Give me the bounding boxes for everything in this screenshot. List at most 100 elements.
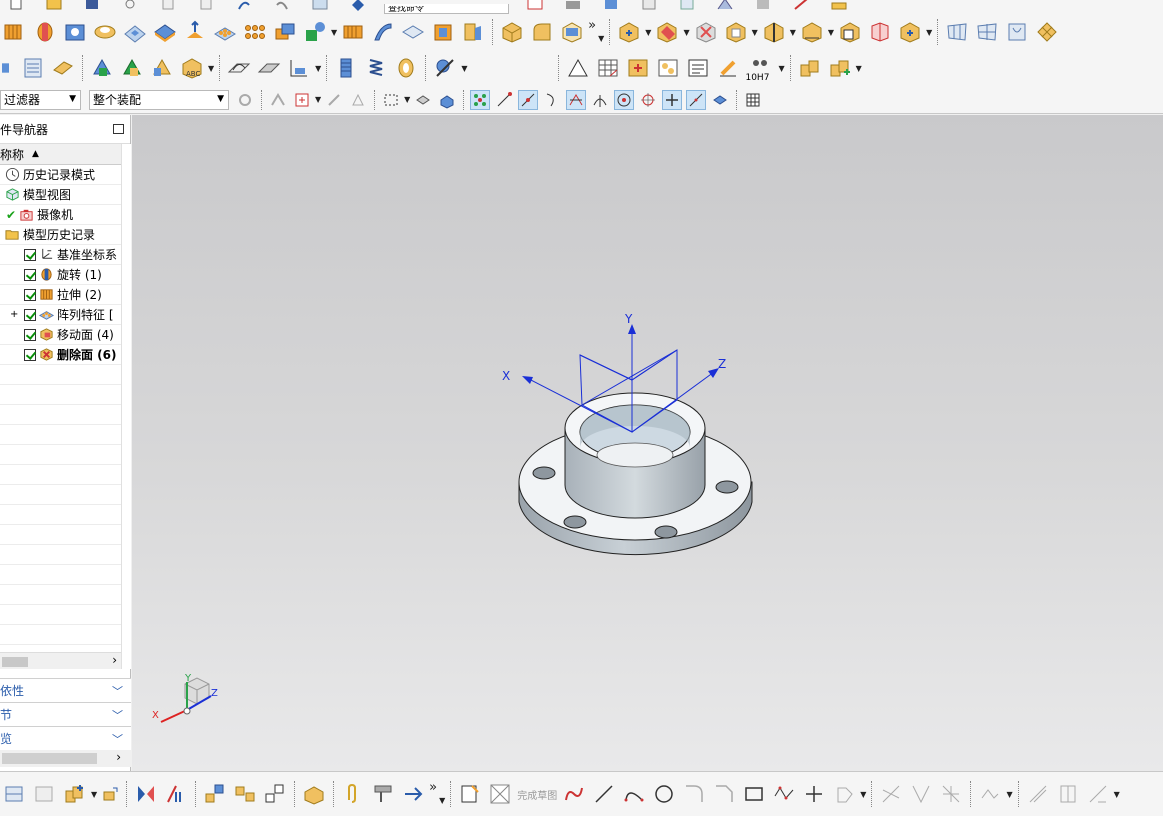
extract-geometry-icon[interactable] [119,55,145,81]
sketch-icon[interactable] [457,781,483,807]
navigator-column-header[interactable]: 称称 ▲ [0,144,130,165]
unite-dropdown-icon[interactable]: ▼ [645,28,651,37]
cube-icon[interactable] [601,0,621,14]
paste-icon[interactable] [196,0,216,14]
existing-point-icon[interactable] [662,89,683,110]
cut-icon[interactable] [120,0,140,14]
datum-tool-icon[interactable] [302,19,328,45]
draft-tool-icon[interactable] [460,19,486,45]
visibility-checkbox[interactable] [24,288,36,301]
quick-extend-icon[interactable] [908,781,934,807]
visibility-checkbox[interactable] [24,308,36,321]
quick-trim-icon[interactable] [878,781,904,807]
offset-curve-icon[interactable] [256,55,282,81]
intersect-icon[interactable] [693,19,719,45]
offset-face-icon[interactable] [559,19,585,45]
row2-dropdown-icon[interactable]: ▼ [598,34,604,43]
expand-icon[interactable]: + [10,309,24,320]
assembly-constraints-icon[interactable] [32,781,58,807]
tree-item-revolve[interactable]: 旋转 (1) [0,265,130,285]
arc-icon[interactable] [621,781,647,807]
tree-item-delete-face[interactable]: 删除面 (6) [0,345,130,365]
magic-icon[interactable] [791,0,811,14]
select-edge-icon[interactable] [324,90,344,110]
scrollbar-thumb[interactable] [2,753,97,764]
visibility-checkbox[interactable] [24,248,36,261]
datum-dropdown-icon[interactable]: ▼ [331,28,337,37]
tree-item-camera[interactable]: ✔ 摄像机 [0,205,130,225]
hole-tool-icon[interactable] [62,19,88,45]
navigator-horizontal-scrollbar[interactable]: › [0,652,121,669]
gear-dropdown-icon[interactable]: ▼ [461,64,467,73]
chart-icon[interactable] [525,0,545,14]
pocket-tool-icon[interactable] [122,19,148,45]
polygon-icon[interactable] [831,781,857,807]
annotation-icon[interactable] [625,55,651,81]
visibility-checkbox[interactable] [24,268,36,281]
through-curves-icon[interactable] [974,19,1000,45]
assembly-add-icon[interactable] [797,55,823,81]
wave-link-tool-icon[interactable] [262,781,288,807]
sheet-icon[interactable] [563,1,583,14]
sequence-icon[interactable] [232,781,258,807]
box-face-icon[interactable] [499,19,525,45]
visibility-checkbox[interactable] [24,328,36,341]
studio-surface-icon[interactable] [1004,19,1030,45]
quadrant-icon[interactable] [614,89,635,110]
text-tool-icon[interactable]: ABC [179,55,205,81]
combine-tool-icon[interactable] [272,19,298,45]
block-icon[interactable] [639,0,659,14]
settings-gears-icon[interactable] [655,55,681,81]
measure-dropdown-icon[interactable]: ▼ [828,28,834,37]
more-overflow-icon[interactable]: » [429,780,437,795]
weld-icon[interactable] [370,781,396,807]
assembly-icon[interactable] [2,781,28,807]
polygon-dropdown-icon[interactable]: ▼ [860,790,866,799]
bearing-icon[interactable] [393,55,419,81]
triangle-icon[interactable] [565,55,591,81]
dimension-icon[interactable] [1025,781,1051,807]
save-icon[interactable] [82,0,102,14]
pattern-points-icon[interactable] [242,19,268,45]
tree-item-pattern[interactable]: + 阵列特征 [ [0,305,130,325]
assembly-dropdown-icon[interactable]: ▼ [856,64,862,73]
tree-item-extrude[interactable]: 拉伸 (2) [0,285,130,305]
layers-icon[interactable] [20,55,46,81]
pattern-tool-icon[interactable] [212,19,238,45]
maximize-icon[interactable] [113,124,124,134]
constraints-icon[interactable] [1055,781,1081,807]
drafting-icon[interactable] [301,781,327,807]
tree-item-datum-csys[interactable]: 基准坐标系 [0,245,130,265]
constraint-align-icon[interactable] [163,781,189,807]
view-triad-icon[interactable]: X Y Z [147,670,227,730]
fit-dropdown-icon[interactable]: ▼ [778,64,784,73]
line-icon[interactable] [591,781,617,807]
spring-icon[interactable] [363,55,389,81]
project-curve-icon[interactable] [286,55,312,81]
select-body-icon[interactable] [348,90,368,110]
point-icon[interactable] [801,781,827,807]
command-search-input[interactable]: 查找命令 [384,4,509,14]
swept-tool-icon[interactable] [370,19,396,45]
subtract-dropdown-icon[interactable]: ▼ [683,28,689,37]
assembly-cut-icon[interactable] [400,781,426,807]
tree-item-move-face[interactable]: 移动面 (4) [0,325,130,345]
chamfer-icon[interactable] [711,781,737,807]
selection-settings-icon[interactable] [235,90,255,110]
circle-icon[interactable] [651,781,677,807]
fit-tolerance-icon[interactable]: 10H7 [745,55,775,83]
flange-model[interactable]: Y X Z [502,310,762,580]
diamond-icon[interactable] [348,0,368,14]
unite-icon[interactable] [616,19,642,45]
window-icon[interactable] [310,0,330,14]
graphics-viewport[interactable]: Y X Z X Y Z [132,115,1163,771]
view-icon[interactable] [753,0,773,14]
emboss-tool-icon[interactable] [182,19,208,45]
subtract-icon[interactable] [654,19,680,45]
note-icon[interactable] [685,55,711,81]
finish-sketch-label[interactable]: 完成草图 [517,787,557,802]
shell-tool-icon[interactable] [430,19,456,45]
component-select-icon[interactable] [437,90,457,110]
exploded-view-icon[interactable] [202,781,228,807]
assembly-new-icon[interactable] [827,55,853,81]
